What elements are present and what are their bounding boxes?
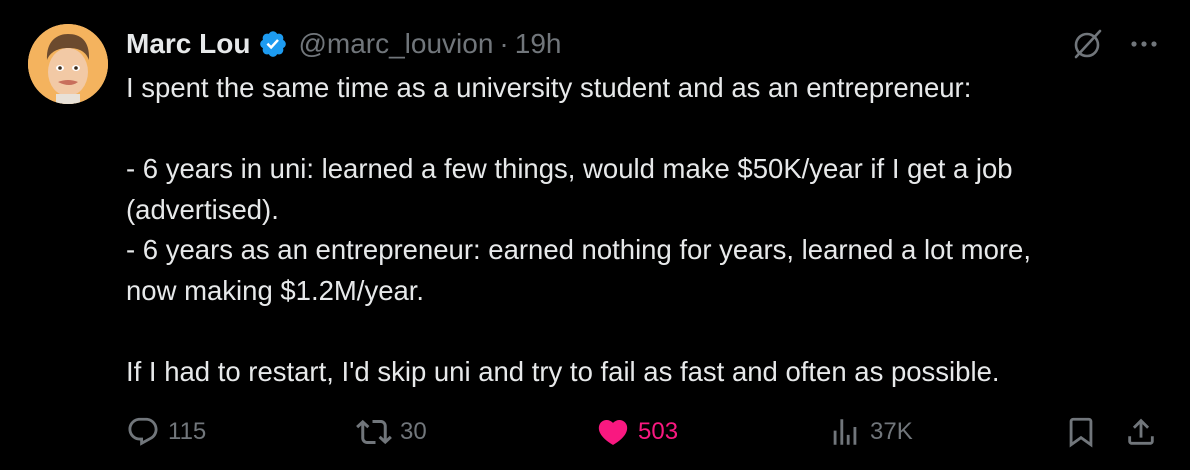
top-actions — [1070, 26, 1162, 62]
tweet-line: - 6 years in uni: learned a few things, … — [126, 153, 1013, 184]
timestamp[interactable]: 19h — [515, 28, 562, 60]
heart-icon — [598, 419, 628, 445]
reply-bubble-icon — [128, 417, 158, 446]
avatar-image — [28, 24, 108, 104]
more-dots-icon[interactable] — [1126, 26, 1162, 62]
retweet-count: 30 — [400, 418, 427, 445]
tweet[interactable]: Marc Lou @marc_louvion · 19h I spent the… — [0, 0, 1190, 470]
bookmark-icon — [1069, 417, 1093, 448]
display-name[interactable]: Marc Lou — [126, 28, 250, 60]
tweet-line: I spent the same time as a university st… — [126, 72, 972, 103]
reply-button[interactable]: 115 — [126, 410, 206, 454]
share-icon — [1128, 418, 1154, 445]
views-button[interactable]: 37K — [828, 410, 913, 454]
views-bar-chart-icon — [833, 419, 857, 445]
like-count: 503 — [638, 418, 679, 445]
tweet-blank-line — [126, 109, 1166, 150]
bookmark-button[interactable] — [1064, 410, 1098, 454]
dot-separator: · — [499, 28, 509, 59]
like-button[interactable]: 503 — [596, 410, 678, 454]
tweet-line: - 6 years as an entrepreneur: earned not… — [126, 234, 1031, 265]
tweet-text: I spent the same time as a university st… — [126, 68, 1166, 392]
tweet-line: If I had to restart, I'd skip uni and tr… — [126, 355, 1000, 387]
share-button[interactable] — [1124, 410, 1158, 454]
tweet-line: now making $1.2M/year. — [126, 274, 425, 306]
tweet-line: (advertised). — [126, 193, 279, 225]
tweet-header: Marc Lou @marc_louvion · 19h — [126, 24, 561, 64]
views-count: 37K — [870, 418, 913, 445]
retweet-icon — [356, 419, 392, 445]
handle[interactable]: @marc_louvion — [298, 28, 493, 60]
avatar[interactable] — [28, 24, 108, 104]
reply-count: 115 — [168, 418, 207, 445]
action-bar: 115 30 503 37K — [0, 410, 1190, 454]
tweet-blank-line — [126, 311, 1166, 352]
retweet-button[interactable]: 30 — [356, 410, 427, 454]
grok-icon[interactable] — [1070, 26, 1106, 62]
verified-badge-icon — [258, 29, 288, 59]
